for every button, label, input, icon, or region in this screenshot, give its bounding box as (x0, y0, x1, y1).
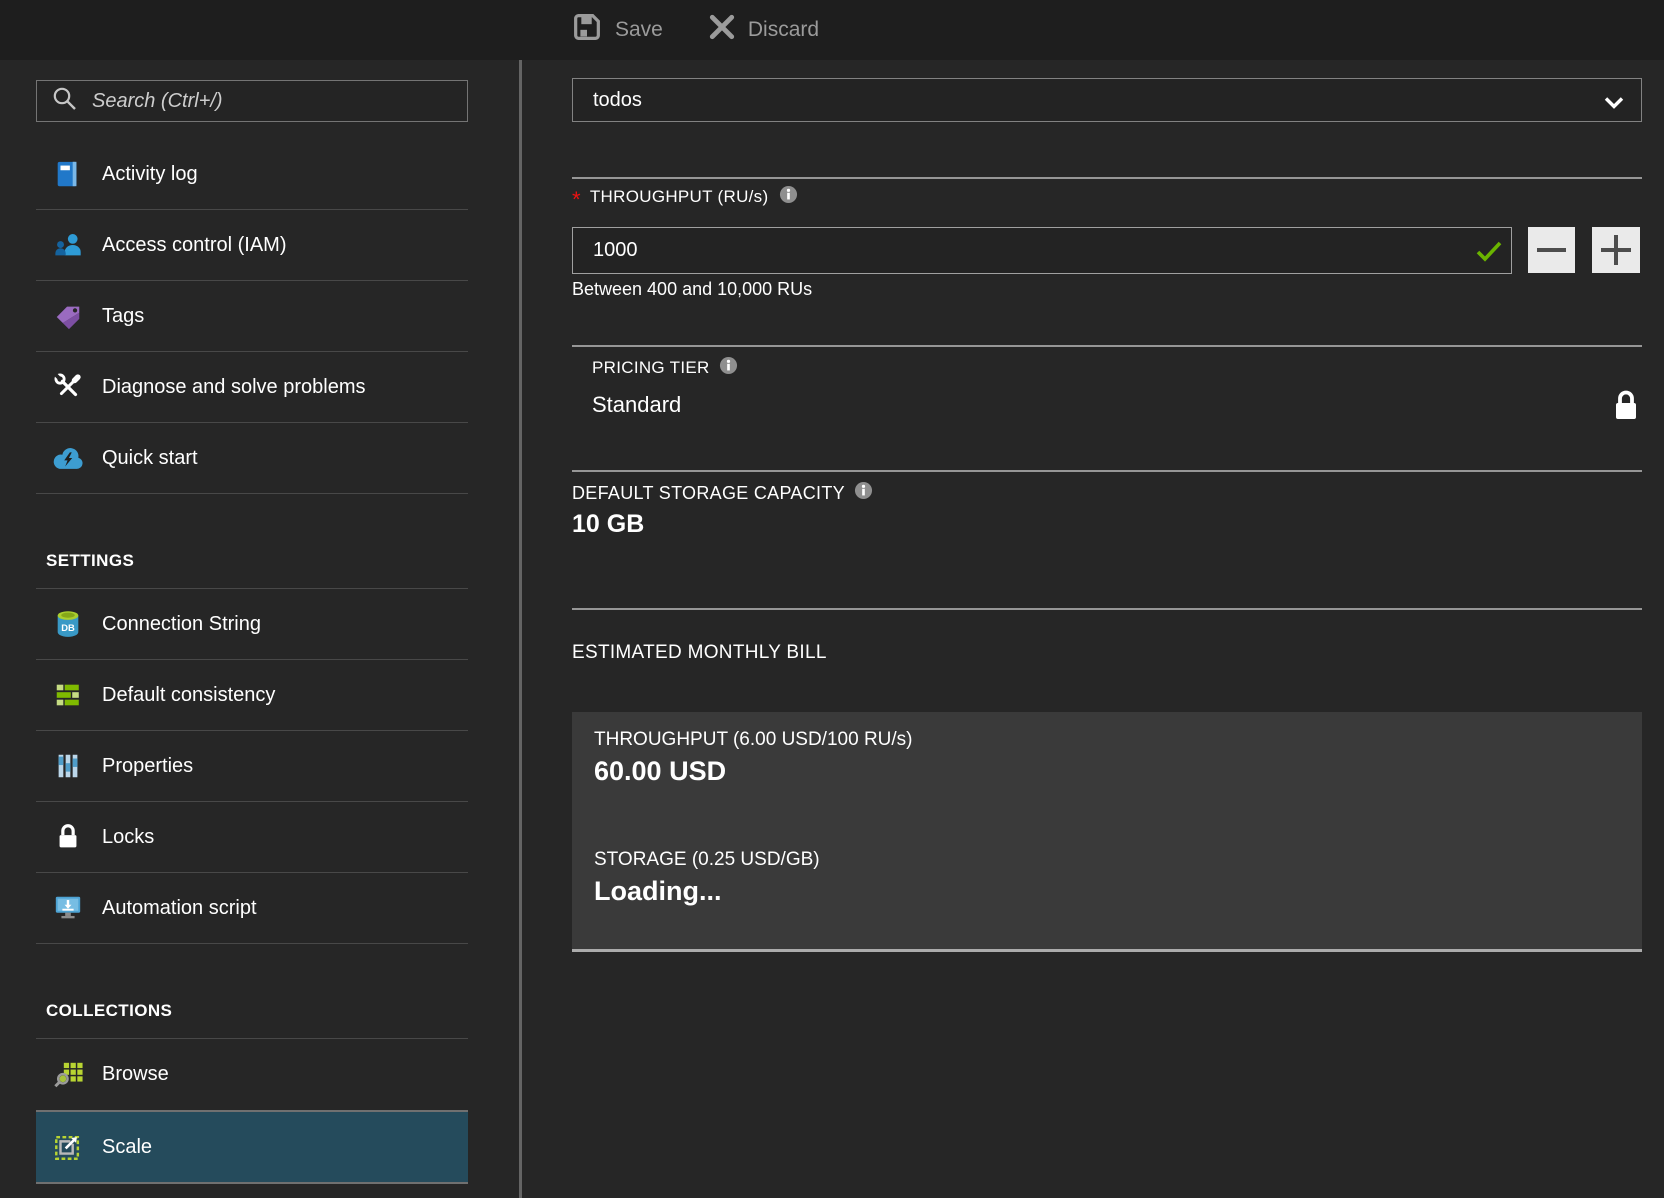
estimated-bill-header: ESTIMATED MONTHLY BILL (572, 642, 827, 664)
default-consistency-icon (52, 679, 84, 711)
pricing-tier-label: PRICING TIER (592, 356, 738, 380)
sidebar-item-label: Activity log (102, 163, 198, 186)
divider (572, 345, 1642, 347)
throughput-field-label: * THROUGHPUT (RU/s) (572, 185, 798, 209)
divider (572, 608, 1642, 610)
sidebar-item-label: Diagnose and solve problems (102, 376, 366, 399)
azure-scale-blade: Save Discard (0, 0, 1664, 1198)
db-icon-label: DB (61, 623, 75, 633)
sidebar-nav: Activity log Access control (IAM) (36, 139, 468, 1184)
sidebar-item-label: Access control (IAM) (102, 234, 286, 257)
divider (572, 470, 1642, 472)
connection-string-icon: DB (52, 608, 84, 640)
toolbar: Save Discard (570, 0, 819, 60)
settings-section-header: SETTINGS (36, 494, 468, 589)
storage-capacity-value: 10 GB (572, 510, 644, 539)
sidebar-item-label: Automation script (102, 897, 257, 920)
scale-blade-content: todos * THROUGHPUT (RU/s) (572, 60, 1642, 1198)
throughput-increase-button[interactable] (1592, 227, 1640, 273)
sidebar-item-connection-string[interactable]: DB Connection String (36, 589, 468, 660)
sidebar-item-label: Properties (102, 755, 193, 778)
quick-start-icon (52, 442, 84, 474)
discard-button[interactable]: Discard (707, 12, 819, 48)
sidebar-item-browse[interactable]: Browse (36, 1039, 468, 1110)
sidebar-item-diagnose[interactable]: Diagnose and solve problems (36, 352, 468, 423)
search-icon (51, 85, 78, 117)
throughput-range-hint: Between 400 and 10,000 RUs (572, 279, 812, 300)
sidebar-item-tags[interactable]: Tags (36, 281, 468, 352)
required-asterisk: * (572, 195, 581, 205)
access-control-icon (52, 229, 84, 261)
sidebar-item-activity-log[interactable]: Activity log (36, 139, 468, 210)
sidebar-item-default-consistency[interactable]: Default consistency (36, 660, 468, 731)
estimated-bill-panel: THROUGHPUT (6.00 USD/100 RU/s) 60.00 USD… (572, 712, 1642, 952)
collection-dropdown-value: todos (593, 89, 642, 112)
properties-icon (52, 750, 84, 782)
bill-throughput-label: THROUGHPUT (6.00 USD/100 RU/s) (594, 729, 913, 751)
save-icon (570, 10, 604, 50)
browse-icon (52, 1059, 84, 1091)
tags-icon (52, 300, 84, 332)
sidebar-item-label: Tags (102, 305, 144, 328)
search-input[interactable] (92, 90, 457, 113)
scale-icon (52, 1131, 84, 1163)
sidebar-search (36, 80, 468, 122)
bill-storage-value: Loading... (594, 876, 722, 907)
sidebar-item-scale[interactable]: Scale (36, 1110, 468, 1184)
blade-separator (519, 60, 522, 1198)
command-bar: Save Discard (0, 0, 1664, 60)
automation-script-icon (52, 892, 84, 924)
sidebar-item-label: Quick start (102, 447, 198, 470)
save-button[interactable]: Save (570, 10, 663, 50)
throughput-input-wrap (572, 227, 1512, 274)
diagnose-tools-icon (52, 371, 84, 403)
info-icon[interactable] (854, 481, 873, 505)
sidebar-item-access-control[interactable]: Access control (IAM) (36, 210, 468, 281)
sidebar-item-label: Default consistency (102, 684, 275, 707)
collection-dropdown[interactable]: todos (572, 78, 1642, 122)
discard-label: Discard (748, 18, 819, 42)
divider (572, 177, 1642, 179)
bill-throughput-value: 60.00 USD (594, 756, 726, 787)
sidebar-item-label: Locks (102, 826, 154, 849)
storage-capacity-label: DEFAULT STORAGE CAPACITY (572, 481, 873, 505)
sidebar-item-quick-start[interactable]: Quick start (36, 423, 468, 494)
collections-section-header: COLLECTIONS (36, 944, 468, 1039)
locked-setting-icon (1612, 388, 1640, 427)
info-icon[interactable] (779, 185, 798, 209)
sidebar-item-label: Connection String (102, 613, 261, 636)
activity-log-icon (52, 158, 84, 190)
sidebar-item-automation-script[interactable]: Automation script (36, 873, 468, 944)
throughput-input[interactable] (573, 228, 1511, 273)
sidebar-item-label: Browse (102, 1063, 169, 1086)
throughput-decrease-button[interactable] (1528, 227, 1575, 273)
sidebar: Activity log Access control (IAM) (0, 60, 519, 1198)
sidebar-item-properties[interactable]: Properties (36, 731, 468, 802)
info-icon[interactable] (719, 356, 738, 380)
chevron-down-icon (1603, 93, 1625, 116)
discard-icon (707, 12, 737, 48)
save-label: Save (615, 18, 663, 42)
bill-storage-label: STORAGE (0.25 USD/GB) (594, 849, 820, 871)
pricing-tier-value: Standard (592, 392, 681, 418)
sidebar-item-locks[interactable]: Locks (36, 802, 468, 873)
sidebar-item-label: Scale (102, 1136, 152, 1159)
locks-icon (52, 821, 84, 853)
valid-checkmark-icon (1475, 241, 1503, 267)
